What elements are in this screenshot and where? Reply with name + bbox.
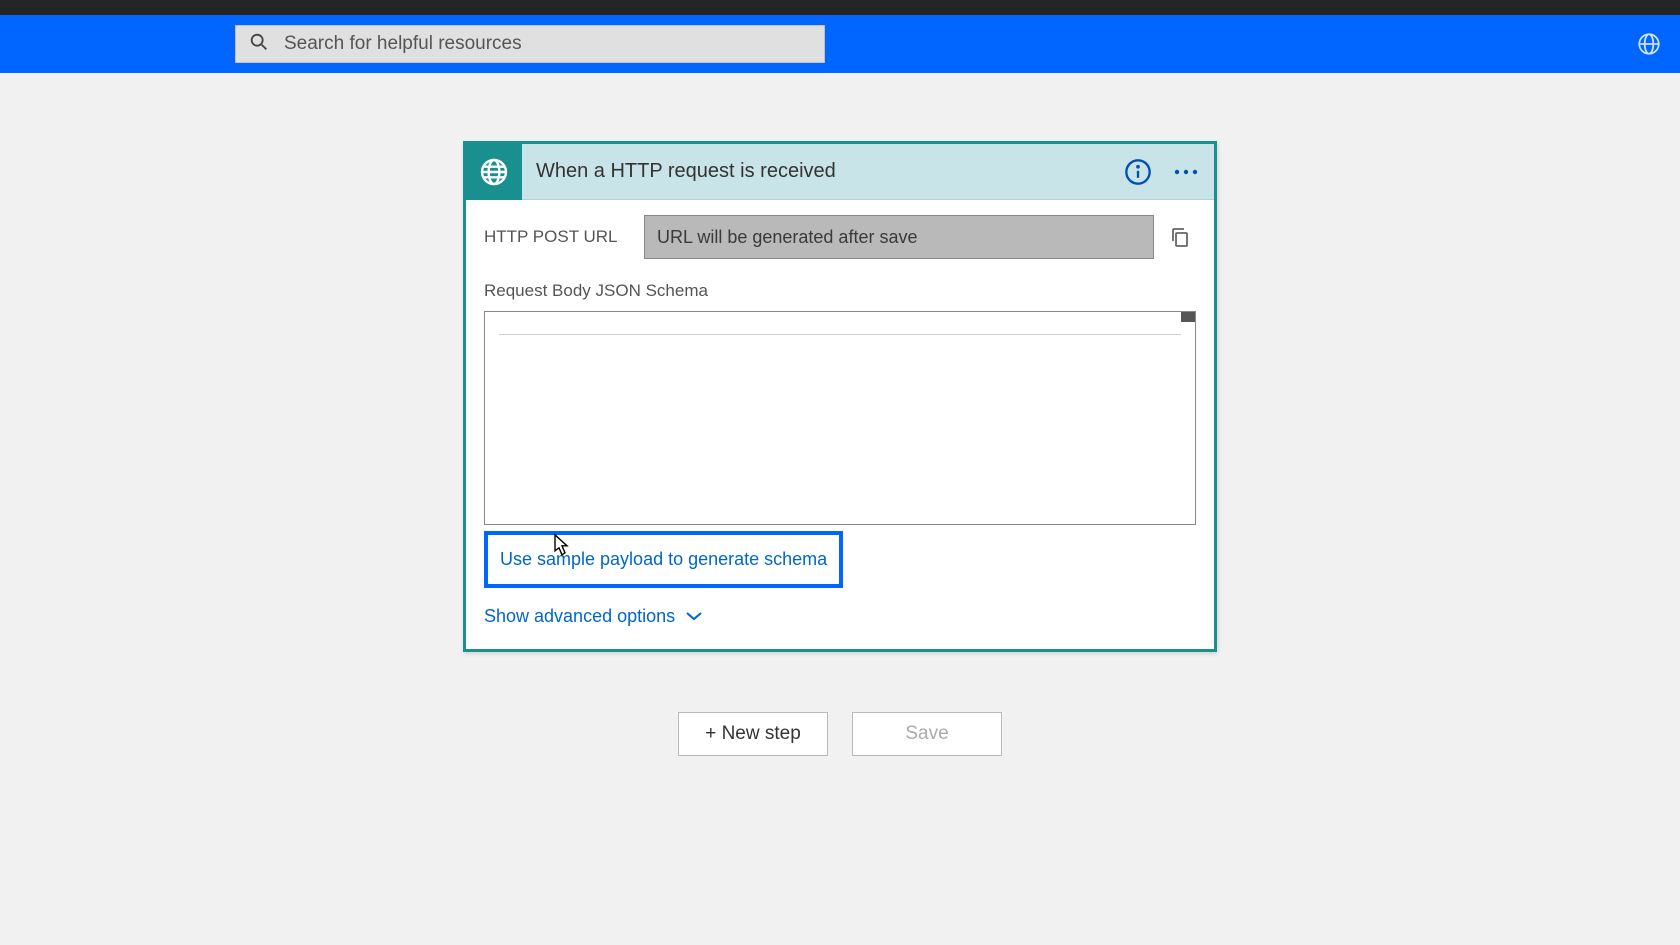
post-url-field: URL will be generated after save bbox=[644, 215, 1154, 259]
save-button: Save bbox=[852, 712, 1002, 756]
globe-help-icon[interactable] bbox=[1634, 29, 1664, 59]
trigger-card: When a HTTP request is received HTTP POS… bbox=[463, 141, 1217, 652]
new-step-button[interactable]: + New step bbox=[678, 712, 828, 756]
url-label: HTTP POST URL bbox=[484, 227, 634, 247]
search-box[interactable] bbox=[235, 25, 825, 63]
advanced-label: Show advanced options bbox=[484, 606, 675, 627]
card-title: When a HTTP request is received bbox=[522, 160, 1118, 183]
footer-actions: + New step Save bbox=[678, 712, 1002, 756]
http-icon bbox=[466, 144, 522, 200]
sample-payload-highlight: Use sample payload to generate schema bbox=[484, 531, 843, 588]
schema-label: Request Body JSON Schema bbox=[484, 281, 1196, 301]
chevron-down-icon bbox=[685, 606, 703, 627]
show-advanced-options[interactable]: Show advanced options bbox=[484, 606, 1196, 627]
info-button[interactable] bbox=[1118, 152, 1158, 192]
url-value: URL will be generated after save bbox=[657, 227, 917, 248]
schema-textarea[interactable] bbox=[484, 311, 1196, 525]
card-header[interactable]: When a HTTP request is received bbox=[466, 144, 1214, 200]
search-icon bbox=[248, 31, 270, 58]
search-input[interactable] bbox=[284, 33, 812, 55]
scrollbar-thumb[interactable] bbox=[1181, 312, 1195, 322]
designer-canvas: When a HTTP request is received HTTP POS… bbox=[0, 73, 1680, 756]
use-sample-payload-link[interactable]: Use sample payload to generate schema bbox=[500, 549, 827, 569]
schema-line bbox=[499, 317, 1181, 335]
app-header bbox=[0, 15, 1680, 73]
browser-tab-bar bbox=[0, 0, 1680, 15]
copy-url-button[interactable] bbox=[1164, 221, 1196, 253]
card-body: HTTP POST URL URL will be generated afte… bbox=[466, 200, 1214, 649]
more-menu-button[interactable] bbox=[1166, 152, 1206, 192]
